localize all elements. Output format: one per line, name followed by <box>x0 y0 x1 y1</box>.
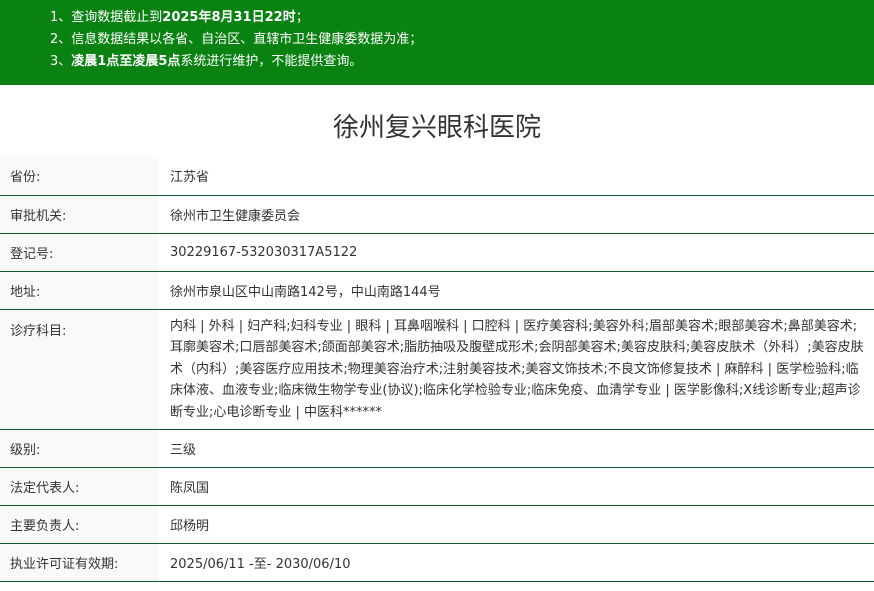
departments-value: 内科 | 外科 | 妇产科;妇科专业 | 眼科 | 耳鼻咽喉科 | 口腔科 | … <box>158 309 874 430</box>
license-valid-label: 执业许可证有效期: <box>0 543 158 582</box>
row-departments: 诊疗科目: 内科 | 外科 | 妇产科;妇科专业 | 眼科 | 耳鼻咽喉科 | … <box>0 309 874 430</box>
legal-rep-value: 陈凤国 <box>158 467 874 506</box>
address-value: 徐州市泉山区中山南路142号，中山南路144号 <box>158 271 874 310</box>
legal-rep-label: 法定代表人: <box>0 467 158 506</box>
row-license-valid: 执业许可证有效期: 2025/06/11 -至- 2030/06/10 <box>0 543 874 582</box>
province-label: 省份: <box>0 157 158 196</box>
row-authority: 审批机关: 徐州市卫生健康委员会 <box>0 195 874 234</box>
level-value: 三级 <box>158 429 874 468</box>
notice-line-2: 2、信息数据结果以各省、自治区、直辖市卫生健康委数据为准； <box>50 32 423 47</box>
row-address: 地址: 徐州市泉山区中山南路142号，中山南路144号 <box>0 271 874 310</box>
hospital-info-table: 省份: 江苏省 审批机关: 徐州市卫生健康委员会 登记号: 30229167-5… <box>0 157 874 582</box>
province-value: 江苏省 <box>158 157 874 196</box>
row-reg-no: 登记号: 30229167-532030317A5122 <box>0 233 874 272</box>
notice-banner: 1、查询数据截止到2025年8月31日22时； 2、信息数据结果以各省、自治区、… <box>0 0 874 85</box>
principal-value: 邱杨明 <box>158 505 874 544</box>
principal-label: 主要负责人: <box>0 505 158 544</box>
authority-value: 徐州市卫生健康委员会 <box>158 195 874 234</box>
level-label: 级别: <box>0 429 158 468</box>
reg-no-value: 30229167-532030317A5122 <box>158 233 874 272</box>
row-principal: 主要负责人: 邱杨明 <box>0 505 874 544</box>
row-level: 级别: 三级 <box>0 429 874 468</box>
license-valid-value: 2025/06/11 -至- 2030/06/10 <box>158 543 874 582</box>
row-legal-rep: 法定代表人: 陈凤国 <box>0 467 874 506</box>
hospital-title: 徐州复兴眼科医院 <box>332 113 541 143</box>
notice-line-1: 1、查询数据截止到2025年8月31日22时； <box>50 10 309 25</box>
departments-label: 诊疗科目: <box>0 309 158 430</box>
authority-label: 审批机关: <box>0 195 158 234</box>
reg-no-label: 登记号: <box>0 233 158 272</box>
notice-line-3: 3、凌晨1点至凌晨5点系统进行维护，不能提供查询。 <box>50 54 363 69</box>
address-label: 地址: <box>0 271 158 310</box>
row-province: 省份: 江苏省 <box>0 157 874 196</box>
